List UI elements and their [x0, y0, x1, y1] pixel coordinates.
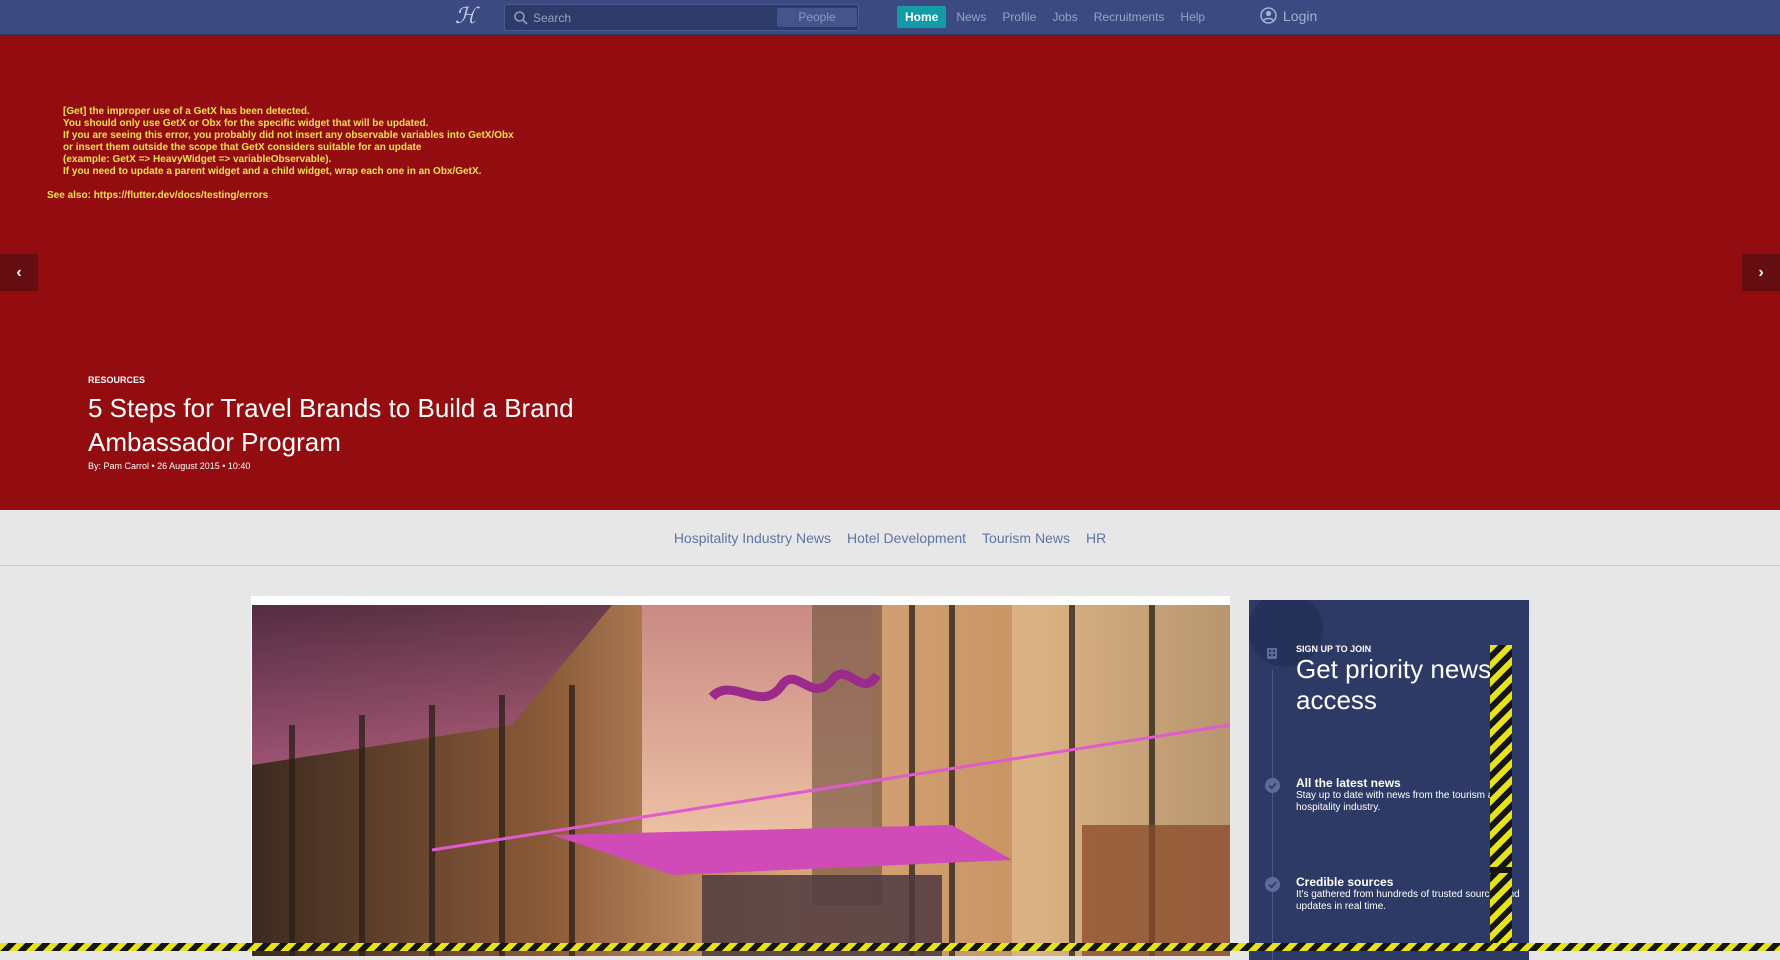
top-navbar: ℋ People Home News Profile Jobs Recruitm…	[0, 0, 1780, 35]
hero-category-label: RESOURCES	[88, 375, 146, 385]
error-see-also: See also: https://flutter.dev/docs/testi…	[47, 190, 269, 201]
feature-title: Credible sources	[1296, 875, 1394, 889]
category-bar: Hospitality Industry News Hotel Developm…	[0, 510, 1780, 566]
nav-help[interactable]: Help	[1172, 6, 1213, 28]
chevron-left-icon: ‹	[16, 263, 22, 281]
category-hotel-development[interactable]: Hotel Development	[847, 530, 966, 546]
category-tourism-news[interactable]: Tourism News	[982, 530, 1070, 546]
signup-panel[interactable]: SIGN UP TO JOIN Get priority news access…	[1249, 600, 1529, 960]
hotel-lobby-image	[252, 605, 1230, 956]
building-icon	[1267, 648, 1277, 659]
login-label: Login	[1283, 7, 1318, 24]
getx-error-message: [Get] the improper use of a GetX has bee…	[63, 106, 514, 177]
people-filter-button[interactable]: People	[777, 8, 857, 27]
category-hr[interactable]: HR	[1086, 530, 1106, 546]
login-button[interactable]: Login	[1260, 7, 1317, 24]
category-hospitality-industry-news[interactable]: Hospitality Industry News	[674, 530, 831, 546]
user-circle-icon	[1260, 7, 1277, 24]
nav-profile[interactable]: Profile	[994, 6, 1044, 28]
carousel-prev-button[interactable]: ‹	[0, 254, 38, 291]
nav-recruitments[interactable]: Recruitments	[1086, 6, 1173, 28]
carousel-next-button[interactable]: ›	[1742, 254, 1780, 291]
search-icon	[514, 11, 528, 25]
overflow-warning-stripe-horizontal	[0, 943, 1780, 951]
timeline-line	[1272, 670, 1273, 960]
featured-article-card[interactable]	[251, 596, 1230, 956]
hero-carousel: [Get] the improper use of a GetX has bee…	[0, 35, 1780, 510]
feature-title: All the latest news	[1296, 776, 1401, 790]
hero-title[interactable]: 5 Steps for Travel Brands to Build a Bra…	[88, 391, 608, 459]
main-nav: Home News Profile Jobs Recruitments Help	[897, 6, 1213, 28]
search-bar: People	[504, 4, 859, 31]
nav-jobs[interactable]: Jobs	[1044, 6, 1085, 28]
signup-kicker: SIGN UP TO JOIN	[1296, 644, 1372, 654]
check-icon	[1265, 778, 1280, 793]
chevron-right-icon: ›	[1758, 263, 1764, 281]
overflow-warning-stripe-vertical	[1490, 645, 1512, 951]
search-input[interactable]	[533, 5, 773, 30]
check-icon	[1265, 877, 1280, 892]
nav-news[interactable]: News	[948, 6, 994, 28]
nav-home[interactable]: Home	[897, 6, 947, 28]
hero-meta: By: Pam Carrol • 26 August 2015 • 10:40	[88, 461, 251, 471]
site-logo[interactable]: ℋ	[455, 4, 493, 30]
